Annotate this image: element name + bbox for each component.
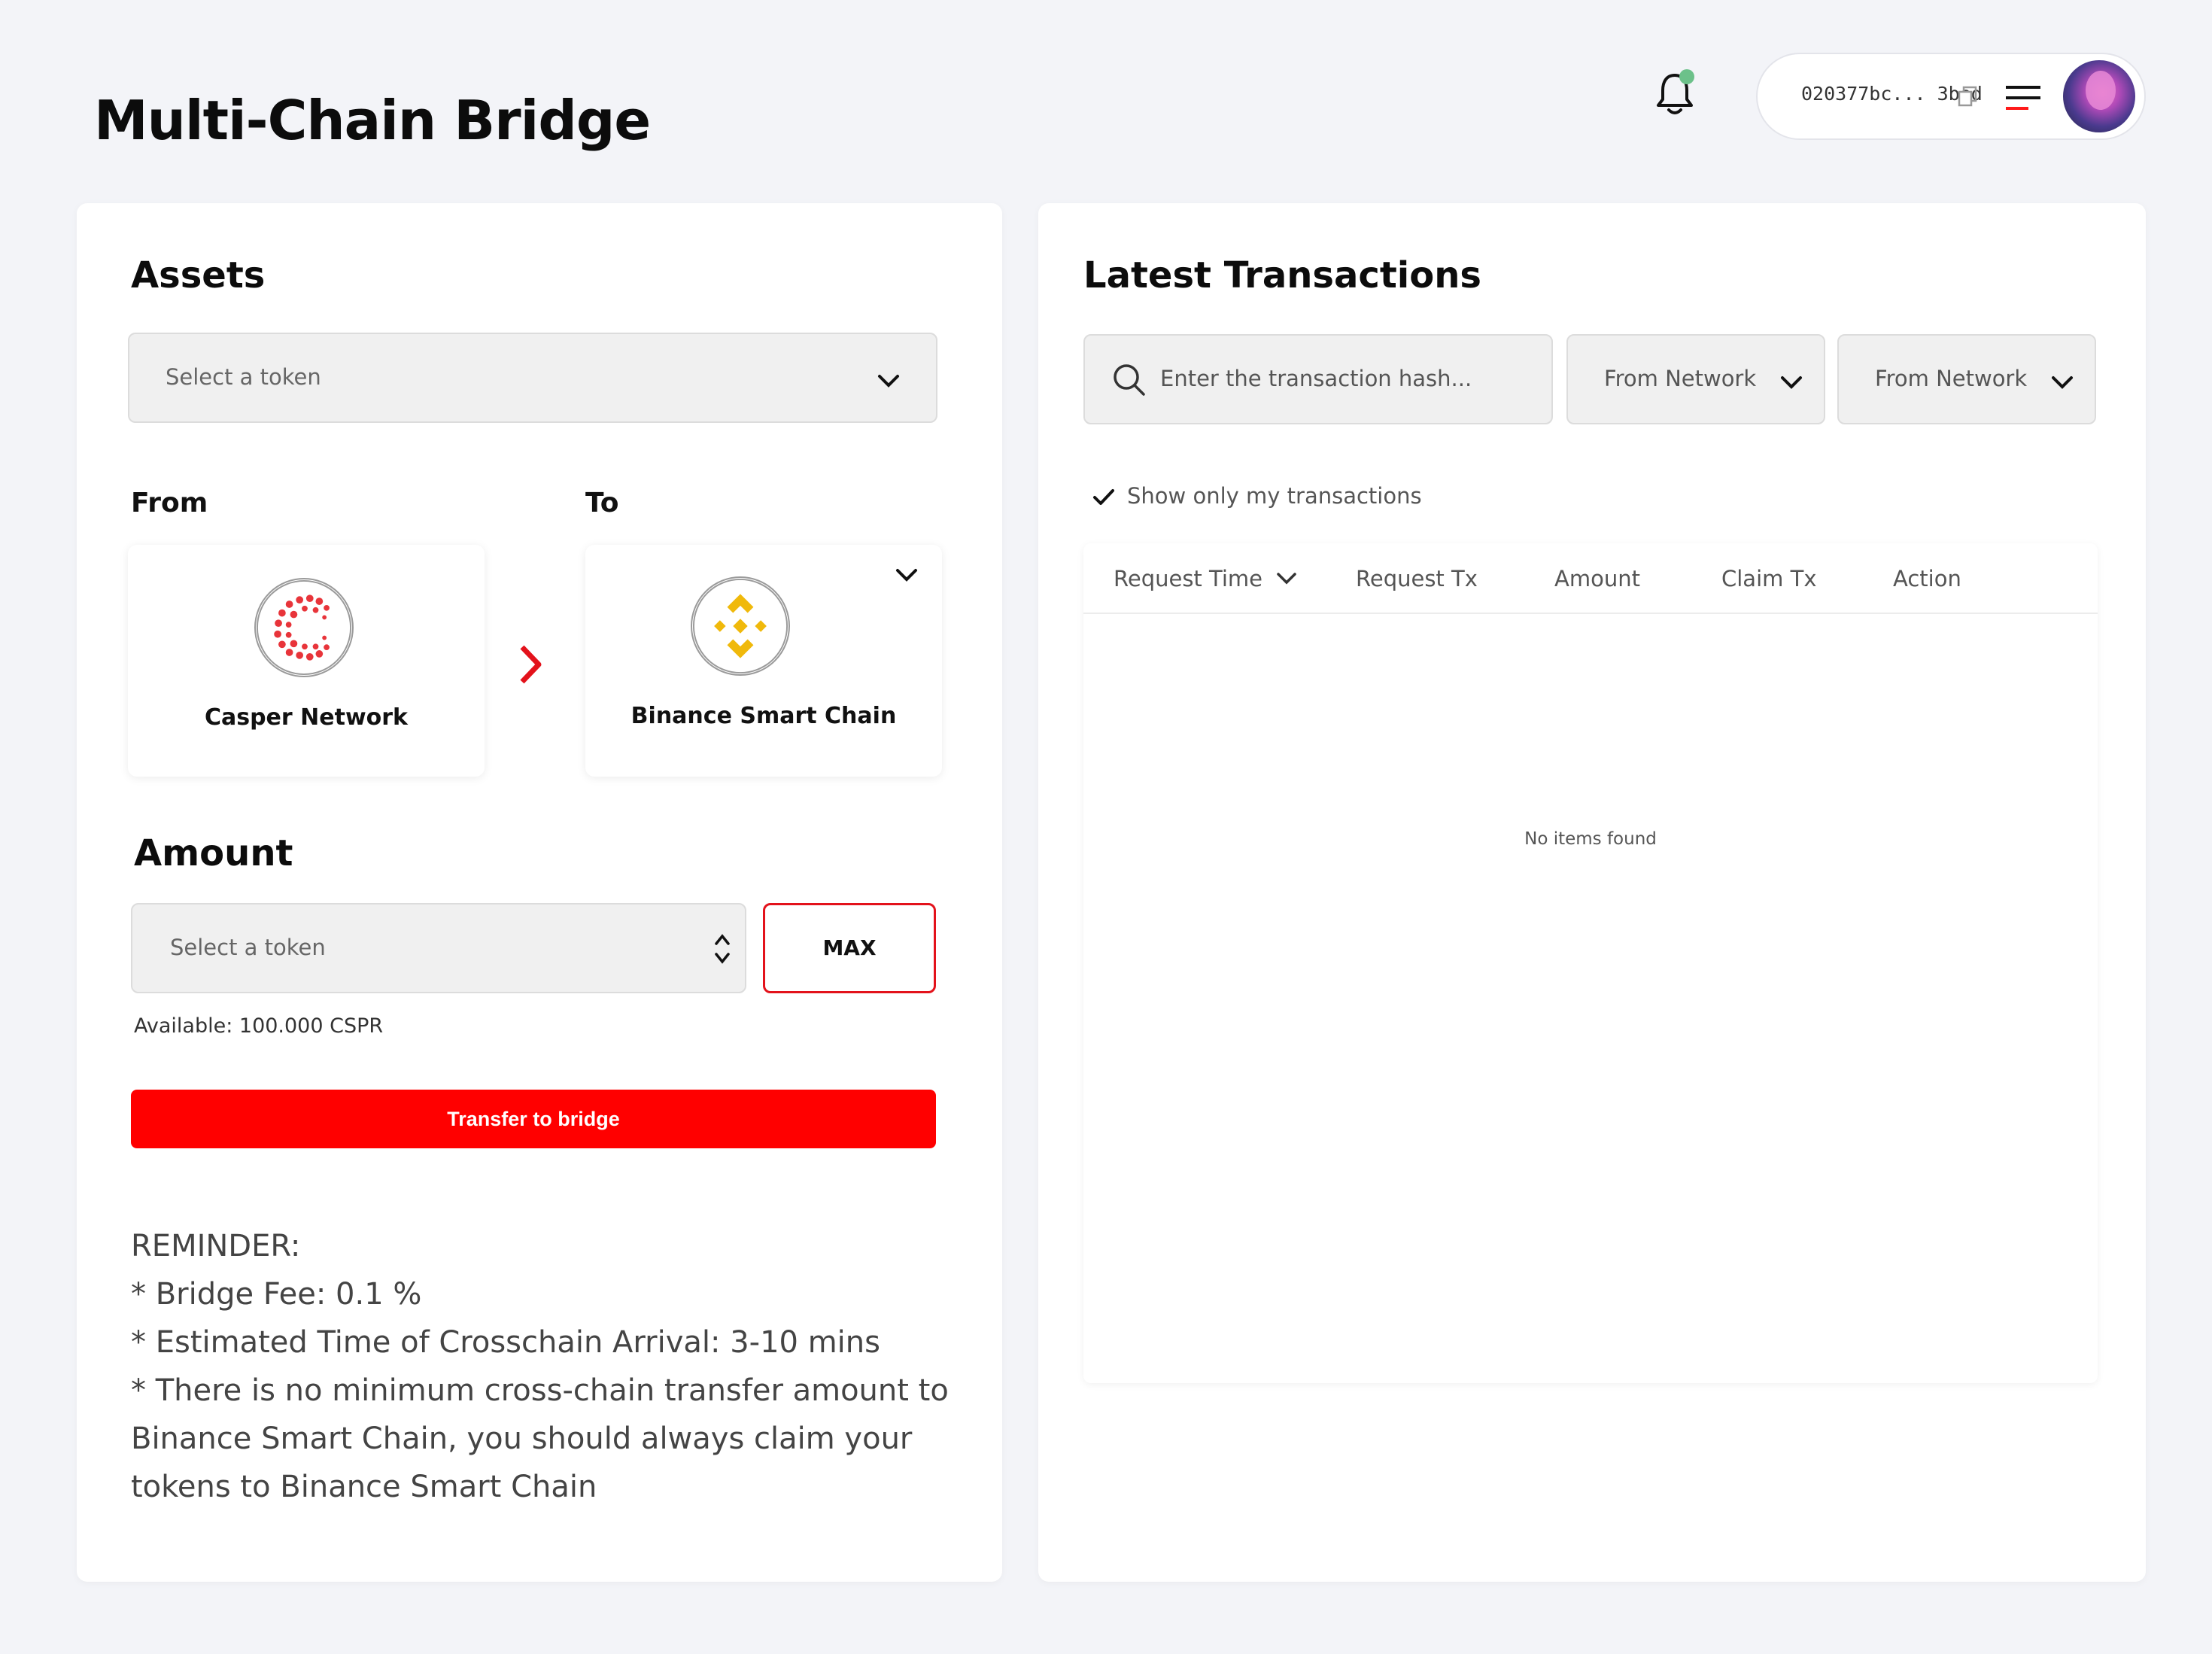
reminder-heading: REMINDER: <box>131 1229 301 1263</box>
transactions-card: Latest Transactions Enter the transactio… <box>1038 203 2146 1582</box>
show-only-mine-label[interactable]: Show only my transactions <box>1127 483 1422 509</box>
from-network-card[interactable]: Casper Network <box>128 545 485 777</box>
checkbox-checked-icon[interactable] <box>1092 488 1115 507</box>
transfer-button[interactable]: Transfer to bridge <box>131 1090 936 1148</box>
binance-logo <box>691 576 790 676</box>
casper-network-logo <box>254 578 354 677</box>
column-request-tx: Request Tx <box>1356 566 1478 591</box>
empty-state: No items found <box>1524 829 1657 849</box>
transactions-title: Latest Transactions <box>1083 254 1481 296</box>
amount-placeholder: Select a token <box>170 935 326 960</box>
reminder-line: * There is no minimum cross-chain transf… <box>131 1373 949 1504</box>
chevron-down-icon[interactable] <box>895 567 918 582</box>
table-header: Request Time Request Tx Amount Claim Tx … <box>1083 543 2098 614</box>
chevron-down-icon <box>2052 376 2073 389</box>
stepper-icon[interactable] <box>713 930 731 968</box>
notification-dot <box>1679 69 1694 84</box>
token-select-placeholder: Select a token <box>166 364 321 390</box>
available-balance: Available: 100.000 CSPR <box>134 1014 384 1038</box>
max-button[interactable]: MAX <box>763 903 936 993</box>
bridge-form-card: Assets Select a token From To Casper Net… <box>77 203 1002 1582</box>
menu-icon[interactable] <box>2006 84 2040 111</box>
from-network-filter[interactable]: From Network <box>1566 334 1825 424</box>
page-title: Multi-Chain Bridge <box>94 89 651 152</box>
reminder: REMINDER: * Bridge Fee: 0.1 % * Estimate… <box>131 1222 974 1511</box>
amount-title: Amount <box>134 832 293 874</box>
to-network-filter[interactable]: From Network <box>1837 334 2096 424</box>
wallet-address[interactable]: 020377bc... 3bed <box>1801 83 1983 105</box>
avatar[interactable] <box>2063 60 2135 132</box>
token-select[interactable]: Select a token <box>128 333 937 423</box>
to-label: To <box>585 488 619 518</box>
reminder-line: * Estimated Time of Crosschain Arrival: … <box>131 1325 880 1360</box>
to-network-name: Binance Smart Chain <box>630 703 897 729</box>
column-action: Action <box>1893 566 1961 591</box>
chevron-down-icon <box>1781 376 1802 389</box>
filter-label: From Network <box>1875 366 2028 391</box>
search-input[interactable]: Enter the transaction hash... <box>1083 334 1553 424</box>
search-placeholder: Enter the transaction hash... <box>1160 366 1472 391</box>
amount-input[interactable]: Select a token <box>131 903 746 993</box>
column-amount: Amount <box>1554 566 1640 591</box>
transactions-table: Request Time Request Tx Amount Claim Tx … <box>1083 543 2098 1383</box>
column-request-time[interactable]: Request Time <box>1114 566 1262 591</box>
arrow-right-icon <box>520 645 542 684</box>
copy-icon[interactable] <box>1958 86 1977 107</box>
reminder-line: * Bridge Fee: 0.1 % <box>131 1277 422 1312</box>
search-icon <box>1114 364 1145 396</box>
from-network-name: Casper Network <box>204 704 409 731</box>
chevron-down-icon[interactable] <box>1276 572 1297 585</box>
to-network-card[interactable]: Binance Smart Chain <box>585 545 942 777</box>
wallet-pill[interactable]: 020377bc... 3bed <box>1756 53 2146 140</box>
assets-title: Assets <box>131 254 266 296</box>
filter-label: From Network <box>1604 366 1757 391</box>
column-claim-tx: Claim Tx <box>1721 566 1817 591</box>
from-label: From <box>131 488 208 518</box>
chevron-down-icon <box>878 375 899 388</box>
